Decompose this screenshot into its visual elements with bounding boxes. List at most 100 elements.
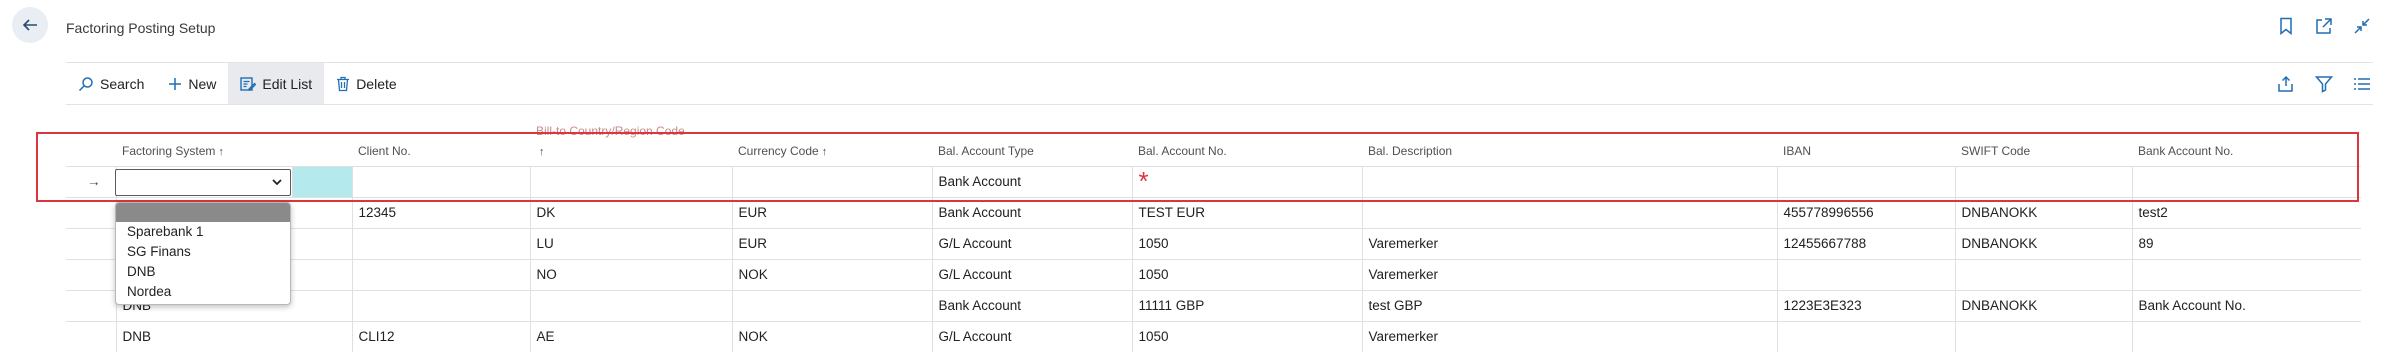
col-bill-to-country-label: Bill-to Country/Region Code bbox=[536, 124, 685, 138]
new-row-bal-account-no[interactable]: * bbox=[1131, 165, 1362, 197]
cell-bal-account-type[interactable]: Bank Account bbox=[931, 196, 1132, 228]
col-factoring-system[interactable]: Factoring System ↑ bbox=[116, 130, 292, 166]
factoring-system-select[interactable] bbox=[115, 169, 291, 196]
cell-country[interactable]: LU bbox=[529, 227, 732, 259]
cell-bank-account-no[interactable]: test2 bbox=[2131, 196, 2361, 228]
new-row-bal-description[interactable] bbox=[1361, 165, 1777, 197]
filter-icon[interactable] bbox=[2313, 73, 2335, 95]
cell-bal-description[interactable]: Varemerker bbox=[1361, 258, 1777, 290]
cell-bal-account-type[interactable]: G/L Account bbox=[931, 227, 1132, 259]
collapse-icon[interactable] bbox=[2351, 15, 2373, 37]
cell-iban[interactable]: 1223E3E323 bbox=[1776, 289, 1955, 321]
cell-bal-account-no[interactable]: 1050 bbox=[1131, 227, 1362, 259]
cell-bal-account-no[interactable]: 1050 bbox=[1131, 320, 1362, 352]
col-bal-description[interactable]: Bal. Description bbox=[1362, 130, 1777, 166]
col-bal-account-no[interactable]: Bal. Account No. bbox=[1132, 130, 1362, 166]
col-client-no[interactable]: Client No. bbox=[352, 130, 530, 166]
cell-bal-account-no[interactable]: 1050 bbox=[1131, 258, 1362, 290]
share-icon[interactable] bbox=[2275, 73, 2297, 95]
cell-currency[interactable]: EUR bbox=[731, 196, 932, 228]
row-selector-header bbox=[66, 130, 116, 166]
cell-country[interactable]: DK bbox=[529, 196, 732, 228]
col-currency-code[interactable]: Currency Code ↑ bbox=[732, 130, 932, 166]
col-bank-account-no[interactable]: Bank Account No. bbox=[2132, 130, 2361, 166]
cell-swift[interactable]: DNBANOKK bbox=[1954, 227, 2132, 259]
cell-swift[interactable]: DNBANOKK bbox=[1954, 196, 2132, 228]
new-row-client-no[interactable] bbox=[351, 165, 530, 197]
edit-list-button-label: Edit List bbox=[262, 75, 313, 92]
new-row-currency[interactable] bbox=[731, 165, 932, 197]
table-row[interactable]: LU EUR G/L Account 1050 Varemerker 12455… bbox=[66, 227, 2361, 259]
col-bill-to-country[interactable]: Bill-to Country/Region Code ↑ bbox=[530, 124, 732, 166]
cell-swift[interactable] bbox=[1954, 320, 2132, 352]
cell-currency[interactable]: EUR bbox=[731, 227, 932, 259]
search-button[interactable]: Search bbox=[66, 63, 156, 104]
cell-swift[interactable]: DNBANOKK bbox=[1954, 289, 2132, 321]
cell-client-no[interactable] bbox=[351, 258, 530, 290]
back-button[interactable] bbox=[12, 7, 48, 43]
cell-factoring-system[interactable]: DNB bbox=[115, 320, 352, 352]
row-selector[interactable] bbox=[66, 320, 116, 352]
cell-iban[interactable] bbox=[1776, 320, 1955, 352]
table-row[interactable]: DNB Bank Account 11111 GBP test GBP 1223… bbox=[66, 289, 2361, 321]
cell-iban[interactable] bbox=[1776, 258, 1955, 290]
new-button[interactable]: New bbox=[156, 63, 228, 104]
dropdown-option[interactable]: SG Finans bbox=[116, 242, 290, 262]
delete-button[interactable]: Delete bbox=[324, 63, 408, 104]
edit-list-button[interactable]: Edit List bbox=[228, 63, 325, 104]
cell-currency[interactable]: NOK bbox=[731, 258, 932, 290]
cell-bal-description[interactable]: Varemerker bbox=[1361, 227, 1777, 259]
cell-country[interactable]: NO bbox=[529, 258, 732, 290]
cell-bal-description[interactable]: test GBP bbox=[1361, 289, 1777, 321]
cell-swift[interactable] bbox=[1954, 258, 2132, 290]
cell-bal-account-type[interactable]: Bank Account bbox=[931, 289, 1132, 321]
new-row-bank-account-no[interactable] bbox=[2131, 165, 2361, 197]
dropdown-option-blank-selected[interactable] bbox=[116, 203, 290, 222]
cell-iban[interactable]: 12455667788 bbox=[1776, 227, 1955, 259]
new-row-bal-account-type[interactable]: Bank Account bbox=[931, 165, 1132, 197]
row-selector[interactable] bbox=[66, 289, 116, 321]
cell-client-no[interactable]: CLI12 bbox=[351, 320, 530, 352]
sort-ascending-icon: ↑ bbox=[539, 145, 545, 158]
cell-bank-account-no[interactable]: 89 bbox=[2131, 227, 2361, 259]
cell-bank-account-no[interactable] bbox=[2131, 258, 2361, 290]
new-row-swift[interactable] bbox=[1954, 165, 2132, 197]
dropdown-option[interactable]: DNB bbox=[116, 262, 290, 282]
cell-client-no[interactable] bbox=[351, 227, 530, 259]
open-new-window-icon[interactable] bbox=[2313, 15, 2335, 37]
cell-client-no[interactable] bbox=[351, 289, 530, 321]
cell-bal-account-no[interactable]: 11111 GBP bbox=[1131, 289, 1362, 321]
row-selector[interactable] bbox=[66, 227, 116, 259]
new-row[interactable]: → Bank Account * bbox=[66, 165, 2361, 197]
col-swift-code[interactable]: SWIFT Code bbox=[1955, 130, 2132, 166]
row-selector[interactable] bbox=[66, 196, 116, 228]
table-row[interactable]: DNB CLI12 AE NOK G/L Account 1050 Vareme… bbox=[66, 320, 2361, 352]
cell-currency[interactable] bbox=[731, 289, 932, 321]
trash-icon bbox=[337, 76, 350, 91]
cell-bank-account-no[interactable]: Bank Account No. bbox=[2131, 289, 2361, 321]
cell-client-no[interactable]: 12345 bbox=[351, 196, 530, 228]
action-bar: Search New Edit List Delete bbox=[66, 62, 2373, 105]
cell-currency[interactable]: NOK bbox=[731, 320, 932, 352]
new-row-iban[interactable] bbox=[1776, 165, 1955, 197]
col-iban[interactable]: IBAN bbox=[1777, 130, 1955, 166]
cell-bal-description[interactable] bbox=[1361, 196, 1777, 228]
cell-bal-account-no[interactable]: TEST EUR bbox=[1131, 196, 1362, 228]
dropdown-option[interactable]: Nordea bbox=[116, 282, 290, 302]
cell-country[interactable]: AE bbox=[529, 320, 732, 352]
cell-iban[interactable]: 455778996556 bbox=[1776, 196, 1955, 228]
list-view-icon[interactable] bbox=[2351, 73, 2373, 95]
cell-bal-account-type[interactable]: G/L Account bbox=[931, 258, 1132, 290]
cell-bal-account-type[interactable]: G/L Account bbox=[931, 320, 1132, 352]
col-bal-account-type[interactable]: Bal. Account Type bbox=[932, 130, 1132, 166]
table-row[interactable]: 12345 DK EUR Bank Account TEST EUR 45577… bbox=[66, 196, 2361, 228]
cell-country[interactable] bbox=[529, 289, 732, 321]
dropdown-option[interactable]: Sparebank 1 bbox=[116, 222, 290, 242]
table-row[interactable]: NO NOK G/L Account 1050 Varemerker bbox=[66, 258, 2361, 290]
bookmark-icon[interactable] bbox=[2275, 15, 2297, 37]
cell-bank-account-no[interactable] bbox=[2131, 320, 2361, 352]
new-row-country[interactable] bbox=[529, 165, 732, 197]
cell-bal-description[interactable]: Varemerker bbox=[1361, 320, 1777, 352]
row-selector[interactable] bbox=[66, 258, 116, 290]
search-button-label: Search bbox=[100, 75, 145, 92]
